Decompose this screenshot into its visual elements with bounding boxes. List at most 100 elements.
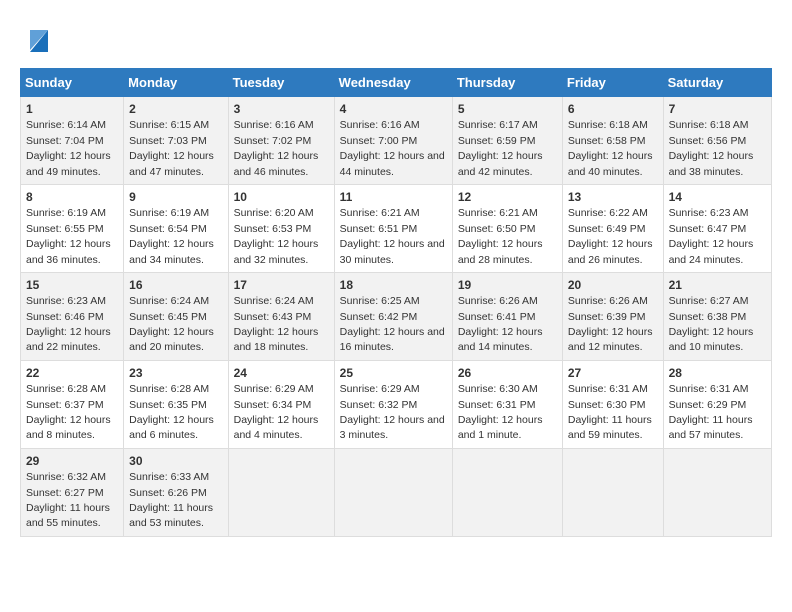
cell-week2-day7: 14 Sunrise: 6:23 AM Sunset: 6:47 PM Dayl… bbox=[663, 184, 771, 272]
logo bbox=[20, 20, 60, 58]
sunset-info: Sunset: 6:47 PM bbox=[669, 223, 747, 235]
sunset-info: Sunset: 6:49 PM bbox=[568, 223, 646, 235]
cell-week1-day1: 1 Sunrise: 6:14 AM Sunset: 7:04 PM Dayli… bbox=[21, 97, 124, 185]
day-number: 26 bbox=[458, 366, 471, 380]
sunrise-info: Sunrise: 6:20 AM bbox=[234, 207, 314, 219]
daylight-info: Daylight: 12 hours and 16 minutes. bbox=[340, 326, 445, 353]
day-number: 7 bbox=[669, 102, 676, 116]
sunrise-info: Sunrise: 6:33 AM bbox=[129, 471, 209, 483]
day-number: 11 bbox=[340, 190, 353, 204]
day-number: 17 bbox=[234, 278, 247, 292]
sunset-info: Sunset: 6:38 PM bbox=[669, 311, 747, 323]
week-row-4: 22 Sunrise: 6:28 AM Sunset: 6:37 PM Dayl… bbox=[21, 360, 772, 448]
sunset-info: Sunset: 6:50 PM bbox=[458, 223, 536, 235]
day-number: 25 bbox=[340, 366, 353, 380]
sunrise-info: Sunrise: 6:29 AM bbox=[340, 383, 420, 395]
sunrise-info: Sunrise: 6:25 AM bbox=[340, 295, 420, 307]
daylight-info: Daylight: 12 hours and 14 minutes. bbox=[458, 326, 543, 353]
day-number: 13 bbox=[568, 190, 581, 204]
col-header-wednesday: Wednesday bbox=[334, 69, 452, 97]
cell-week5-day3 bbox=[228, 448, 334, 536]
sunrise-info: Sunrise: 6:16 AM bbox=[234, 119, 314, 131]
day-number: 22 bbox=[26, 366, 39, 380]
sunset-info: Sunset: 6:46 PM bbox=[26, 311, 104, 323]
daylight-info: Daylight: 12 hours and 22 minutes. bbox=[26, 326, 111, 353]
sunrise-info: Sunrise: 6:22 AM bbox=[568, 207, 648, 219]
calendar-table: SundayMondayTuesdayWednesdayThursdayFrid… bbox=[20, 68, 772, 537]
sunrise-info: Sunrise: 6:31 AM bbox=[669, 383, 749, 395]
sunset-info: Sunset: 6:45 PM bbox=[129, 311, 207, 323]
sunset-info: Sunset: 6:42 PM bbox=[340, 311, 418, 323]
daylight-info: Daylight: 12 hours and 28 minutes. bbox=[458, 238, 543, 265]
sunset-info: Sunset: 6:35 PM bbox=[129, 399, 207, 411]
week-row-3: 15 Sunrise: 6:23 AM Sunset: 6:46 PM Dayl… bbox=[21, 272, 772, 360]
week-row-2: 8 Sunrise: 6:19 AM Sunset: 6:55 PM Dayli… bbox=[21, 184, 772, 272]
sunset-info: Sunset: 7:02 PM bbox=[234, 135, 312, 147]
daylight-info: Daylight: 12 hours and 12 minutes. bbox=[568, 326, 653, 353]
sunset-info: Sunset: 6:59 PM bbox=[458, 135, 536, 147]
sunrise-info: Sunrise: 6:23 AM bbox=[26, 295, 106, 307]
day-number: 19 bbox=[458, 278, 471, 292]
daylight-info: Daylight: 12 hours and 4 minutes. bbox=[234, 414, 319, 441]
cell-week4-day6: 27 Sunrise: 6:31 AM Sunset: 6:30 PM Dayl… bbox=[562, 360, 663, 448]
week-row-1: 1 Sunrise: 6:14 AM Sunset: 7:04 PM Dayli… bbox=[21, 97, 772, 185]
cell-week5-day6 bbox=[562, 448, 663, 536]
header-row: SundayMondayTuesdayWednesdayThursdayFrid… bbox=[21, 69, 772, 97]
daylight-info: Daylight: 12 hours and 34 minutes. bbox=[129, 238, 214, 265]
daylight-info: Daylight: 12 hours and 46 minutes. bbox=[234, 150, 319, 177]
daylight-info: Daylight: 12 hours and 20 minutes. bbox=[129, 326, 214, 353]
daylight-info: Daylight: 11 hours and 55 minutes. bbox=[26, 502, 110, 529]
col-header-thursday: Thursday bbox=[452, 69, 562, 97]
day-number: 16 bbox=[129, 278, 142, 292]
sunrise-info: Sunrise: 6:28 AM bbox=[129, 383, 209, 395]
daylight-info: Daylight: 12 hours and 42 minutes. bbox=[458, 150, 543, 177]
sunrise-info: Sunrise: 6:24 AM bbox=[129, 295, 209, 307]
sunset-info: Sunset: 6:27 PM bbox=[26, 487, 104, 499]
day-number: 10 bbox=[234, 190, 247, 204]
cell-week4-day1: 22 Sunrise: 6:28 AM Sunset: 6:37 PM Dayl… bbox=[21, 360, 124, 448]
cell-week1-day3: 3 Sunrise: 6:16 AM Sunset: 7:02 PM Dayli… bbox=[228, 97, 334, 185]
cell-week5-day1: 29 Sunrise: 6:32 AM Sunset: 6:27 PM Dayl… bbox=[21, 448, 124, 536]
day-number: 6 bbox=[568, 102, 575, 116]
sunrise-info: Sunrise: 6:30 AM bbox=[458, 383, 538, 395]
cell-week2-day6: 13 Sunrise: 6:22 AM Sunset: 6:49 PM Dayl… bbox=[562, 184, 663, 272]
day-number: 15 bbox=[26, 278, 39, 292]
daylight-info: Daylight: 12 hours and 3 minutes. bbox=[340, 414, 445, 441]
day-number: 27 bbox=[568, 366, 581, 380]
sunset-info: Sunset: 6:30 PM bbox=[568, 399, 646, 411]
sunrise-info: Sunrise: 6:28 AM bbox=[26, 383, 106, 395]
daylight-info: Daylight: 12 hours and 24 minutes. bbox=[669, 238, 754, 265]
sunset-info: Sunset: 6:29 PM bbox=[669, 399, 747, 411]
sunrise-info: Sunrise: 6:31 AM bbox=[568, 383, 648, 395]
day-number: 24 bbox=[234, 366, 247, 380]
sunset-info: Sunset: 6:39 PM bbox=[568, 311, 646, 323]
sunrise-info: Sunrise: 6:19 AM bbox=[26, 207, 106, 219]
day-number: 18 bbox=[340, 278, 353, 292]
cell-week1-day6: 6 Sunrise: 6:18 AM Sunset: 6:58 PM Dayli… bbox=[562, 97, 663, 185]
cell-week1-day4: 4 Sunrise: 6:16 AM Sunset: 7:00 PM Dayli… bbox=[334, 97, 452, 185]
cell-week5-day7 bbox=[663, 448, 771, 536]
cell-week5-day2: 30 Sunrise: 6:33 AM Sunset: 6:26 PM Dayl… bbox=[124, 448, 228, 536]
cell-week2-day2: 9 Sunrise: 6:19 AM Sunset: 6:54 PM Dayli… bbox=[124, 184, 228, 272]
daylight-info: Daylight: 12 hours and 26 minutes. bbox=[568, 238, 653, 265]
sunset-info: Sunset: 6:43 PM bbox=[234, 311, 312, 323]
cell-week3-day3: 17 Sunrise: 6:24 AM Sunset: 6:43 PM Dayl… bbox=[228, 272, 334, 360]
week-row-5: 29 Sunrise: 6:32 AM Sunset: 6:27 PM Dayl… bbox=[21, 448, 772, 536]
day-number: 23 bbox=[129, 366, 142, 380]
cell-week4-day4: 25 Sunrise: 6:29 AM Sunset: 6:32 PM Dayl… bbox=[334, 360, 452, 448]
sunrise-info: Sunrise: 6:19 AM bbox=[129, 207, 209, 219]
day-number: 1 bbox=[26, 102, 33, 116]
daylight-info: Daylight: 11 hours and 59 minutes. bbox=[568, 414, 652, 441]
daylight-info: Daylight: 12 hours and 18 minutes. bbox=[234, 326, 319, 353]
day-number: 4 bbox=[340, 102, 347, 116]
day-number: 14 bbox=[669, 190, 682, 204]
sunset-info: Sunset: 6:32 PM bbox=[340, 399, 418, 411]
sunrise-info: Sunrise: 6:23 AM bbox=[669, 207, 749, 219]
sunrise-info: Sunrise: 6:21 AM bbox=[340, 207, 420, 219]
cell-week3-day5: 19 Sunrise: 6:26 AM Sunset: 6:41 PM Dayl… bbox=[452, 272, 562, 360]
sunrise-info: Sunrise: 6:16 AM bbox=[340, 119, 420, 131]
sunset-info: Sunset: 6:58 PM bbox=[568, 135, 646, 147]
sunset-info: Sunset: 6:51 PM bbox=[340, 223, 418, 235]
daylight-info: Daylight: 11 hours and 57 minutes. bbox=[669, 414, 753, 441]
cell-week2-day5: 12 Sunrise: 6:21 AM Sunset: 6:50 PM Dayl… bbox=[452, 184, 562, 272]
